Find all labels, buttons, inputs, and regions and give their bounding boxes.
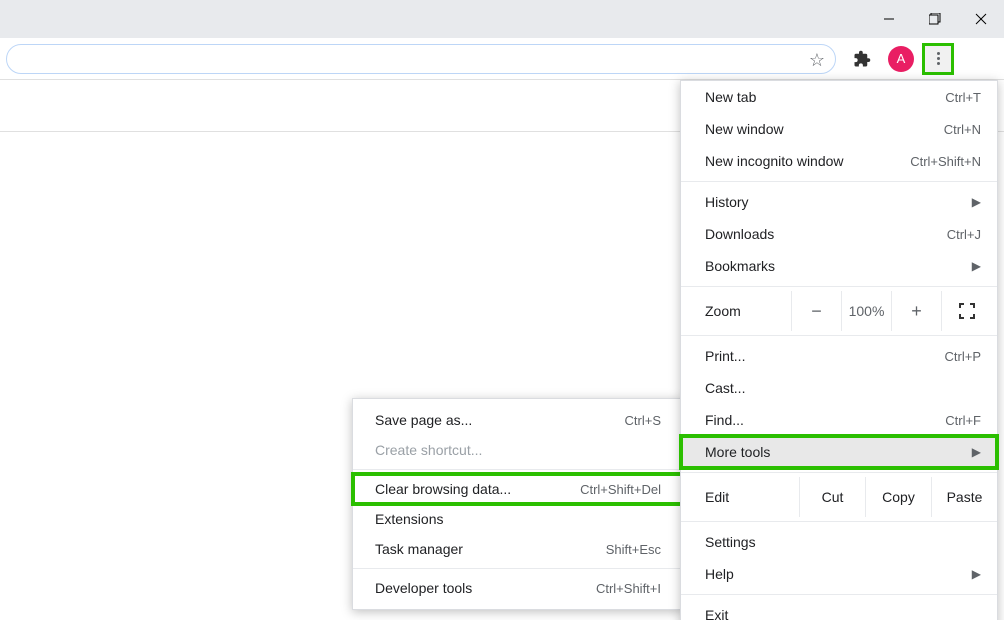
address-bar[interactable]: ☆ bbox=[6, 44, 836, 74]
submenu-create-shortcut[interactable]: Create shortcut... bbox=[353, 435, 683, 465]
submenu-save-page[interactable]: Save page as... Ctrl+S bbox=[353, 405, 683, 435]
submenu-extensions[interactable]: Extensions bbox=[353, 504, 683, 534]
menu-label: Print... bbox=[705, 348, 745, 364]
submenu-task-manager[interactable]: Task manager Shift+Esc bbox=[353, 534, 683, 564]
menu-cast[interactable]: Cast... bbox=[681, 372, 997, 404]
menu-more-tools[interactable]: More tools ▶ bbox=[681, 436, 997, 468]
menu-print[interactable]: Print... Ctrl+P bbox=[681, 340, 997, 372]
zoom-out-button[interactable]: − bbox=[791, 291, 841, 331]
menu-new-window[interactable]: New window Ctrl+N bbox=[681, 113, 997, 145]
chevron-right-icon: ▶ bbox=[972, 259, 981, 273]
menu-downloads[interactable]: Downloads Ctrl+J bbox=[681, 218, 997, 250]
edit-copy-button[interactable]: Copy bbox=[865, 477, 931, 517]
menu-shortcut: Ctrl+Shift+N bbox=[910, 154, 981, 169]
menu-label: Help bbox=[705, 566, 734, 582]
menu-shortcut: Ctrl+T bbox=[945, 90, 981, 105]
menu-separator bbox=[681, 286, 997, 287]
submenu-shortcut: Shift+Esc bbox=[606, 542, 661, 557]
submenu-shortcut: Ctrl+Shift+Del bbox=[580, 482, 661, 497]
menu-new-tab[interactable]: New tab Ctrl+T bbox=[681, 81, 997, 113]
menu-separator bbox=[353, 568, 683, 569]
menu-label: Find... bbox=[705, 412, 744, 428]
menu-history[interactable]: History ▶ bbox=[681, 186, 997, 218]
menu-label: Settings bbox=[705, 534, 756, 550]
chevron-right-icon: ▶ bbox=[972, 567, 981, 581]
submenu-label: Developer tools bbox=[375, 580, 472, 596]
menu-settings[interactable]: Settings bbox=[681, 526, 997, 558]
menu-separator bbox=[353, 469, 683, 470]
submenu-label: Save page as... bbox=[375, 412, 472, 428]
browser-toolbar: ☆ A bbox=[0, 38, 1004, 80]
minimize-button[interactable] bbox=[866, 0, 912, 38]
submenu-clear-browsing-data[interactable]: Clear browsing data... Ctrl+Shift+Del bbox=[353, 474, 683, 504]
submenu-label: Create shortcut... bbox=[375, 442, 482, 458]
chevron-right-icon: ▶ bbox=[972, 445, 981, 459]
submenu-developer-tools[interactable]: Developer tools Ctrl+Shift+I bbox=[353, 573, 683, 603]
fullscreen-button[interactable] bbox=[941, 291, 991, 331]
more-tools-submenu: Save page as... Ctrl+S Create shortcut..… bbox=[352, 398, 684, 610]
menu-label: More tools bbox=[705, 444, 770, 460]
submenu-shortcut: Ctrl+S bbox=[625, 413, 661, 428]
extensions-icon[interactable] bbox=[848, 45, 876, 73]
menu-button[interactable] bbox=[922, 43, 954, 75]
menu-label: New window bbox=[705, 121, 784, 137]
kebab-dot-icon bbox=[937, 57, 940, 60]
menu-zoom-row: Zoom − 100% + bbox=[681, 291, 997, 331]
submenu-shortcut: Ctrl+Shift+I bbox=[596, 581, 661, 596]
menu-shortcut: Ctrl+N bbox=[944, 122, 981, 137]
menu-help[interactable]: Help ▶ bbox=[681, 558, 997, 590]
menu-shortcut: Ctrl+F bbox=[945, 413, 981, 428]
menu-separator bbox=[681, 521, 997, 522]
menu-new-incognito[interactable]: New incognito window Ctrl+Shift+N bbox=[681, 145, 997, 177]
menu-label: New tab bbox=[705, 89, 756, 105]
kebab-dot-icon bbox=[937, 52, 940, 55]
menu-label: Bookmarks bbox=[705, 258, 775, 274]
submenu-label: Task manager bbox=[375, 541, 463, 557]
zoom-in-button[interactable]: + bbox=[891, 291, 941, 331]
menu-separator bbox=[681, 472, 997, 473]
menu-shortcut: Ctrl+P bbox=[945, 349, 981, 364]
menu-find[interactable]: Find... Ctrl+F bbox=[681, 404, 997, 436]
bookmark-star-icon[interactable]: ☆ bbox=[809, 50, 825, 71]
menu-shortcut: Ctrl+J bbox=[947, 227, 981, 242]
menu-exit[interactable]: Exit bbox=[681, 599, 997, 620]
edit-label: Edit bbox=[705, 489, 799, 505]
menu-label: Downloads bbox=[705, 226, 774, 242]
window-titlebar bbox=[0, 0, 1004, 38]
maximize-button[interactable] bbox=[912, 0, 958, 38]
submenu-label: Extensions bbox=[375, 511, 443, 527]
edit-paste-button[interactable]: Paste bbox=[931, 477, 997, 517]
menu-label: History bbox=[705, 194, 749, 210]
zoom-label: Zoom bbox=[705, 303, 791, 319]
kebab-dot-icon bbox=[937, 62, 940, 65]
menu-bookmarks[interactable]: Bookmarks ▶ bbox=[681, 250, 997, 282]
chevron-right-icon: ▶ bbox=[972, 195, 981, 209]
menu-label: Cast... bbox=[705, 380, 745, 396]
menu-separator bbox=[681, 335, 997, 336]
edit-cut-button[interactable]: Cut bbox=[799, 477, 865, 517]
menu-separator bbox=[681, 594, 997, 595]
menu-label: Exit bbox=[705, 607, 728, 620]
zoom-value: 100% bbox=[841, 291, 891, 331]
chrome-main-menu: New tab Ctrl+T New window Ctrl+N New inc… bbox=[680, 80, 998, 620]
menu-edit-row: Edit Cut Copy Paste bbox=[681, 477, 997, 517]
submenu-label: Clear browsing data... bbox=[375, 481, 511, 497]
menu-separator bbox=[681, 181, 997, 182]
menu-label: New incognito window bbox=[705, 153, 844, 169]
close-button[interactable] bbox=[958, 0, 1004, 38]
profile-avatar[interactable]: A bbox=[888, 46, 914, 72]
